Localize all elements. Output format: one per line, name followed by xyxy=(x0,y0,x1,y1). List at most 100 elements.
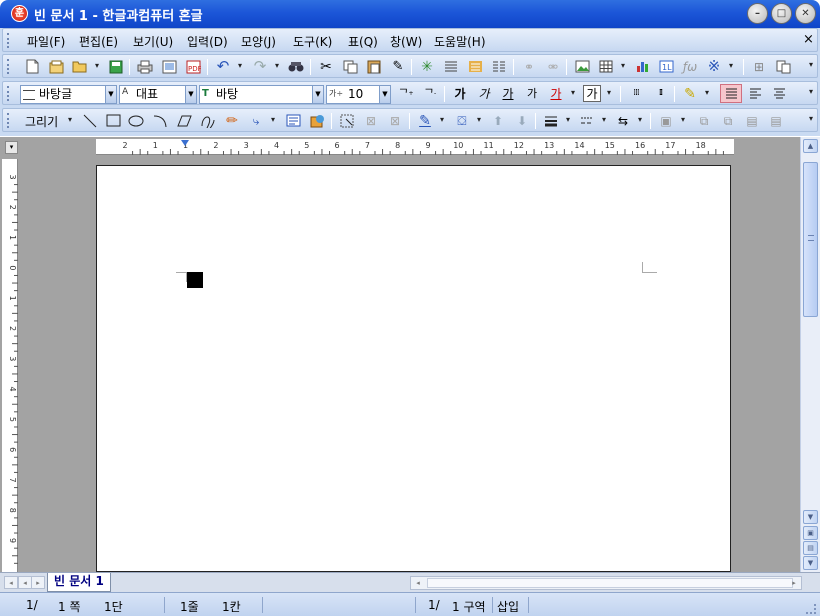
highlighter-dropdown-icon[interactable]: ▾ xyxy=(703,87,711,99)
pdf-export-icon[interactable]: PDF xyxy=(184,58,202,75)
minimize-button[interactable]: – xyxy=(747,3,768,24)
line-style-dropdown-icon[interactable]: ▾ xyxy=(600,114,608,126)
menu-insert[interactable]: 입력(D) xyxy=(187,33,228,50)
char-spacing-wide-icon[interactable]: ⁞⁞⁞ xyxy=(627,85,645,102)
title-bar[interactable]: 훈 빈 문서 1 - 한글과컴퓨터 혼글 – □ ✕ xyxy=(0,0,820,28)
insert-table-icon[interactable] xyxy=(597,58,615,75)
left-align-icon[interactable] xyxy=(746,85,764,102)
font-shrink-icon[interactable]: ᄀ- xyxy=(421,85,439,102)
font-select[interactable]: 바탕 xyxy=(199,85,313,104)
font-color-dropdown-icon[interactable]: ▾ xyxy=(569,87,577,99)
table-dropdown-icon[interactable]: ▾ xyxy=(619,60,627,72)
textbox-tool-icon[interactable] xyxy=(284,112,302,129)
find-binoculars-icon[interactable] xyxy=(287,58,305,75)
toolbar-overflow-icon[interactable]: ▾ xyxy=(809,114,813,123)
underline-icon[interactable]: 가 xyxy=(499,85,517,102)
line-color-dropdown-icon[interactable]: ▾ xyxy=(438,114,446,126)
new-template-icon[interactable] xyxy=(47,58,65,75)
close-document-button[interactable]: × xyxy=(803,32,814,47)
char-spacing-narrow-icon[interactable]: ⁞⁞⁞ xyxy=(651,85,669,102)
arrow-style-dropdown-icon[interactable]: ▾ xyxy=(636,114,644,126)
symbol-dropdown-icon[interactable]: ▾ xyxy=(727,60,735,72)
font-grow-icon[interactable]: ᄀ + xyxy=(397,85,415,102)
horizontal-ruler[interactable]: 2 1 1 2 3 4 5 6 7 8 9 10 11 12 13 14 15 16 17 18 xyxy=(21,139,800,155)
menu-file[interactable]: 파일(F) xyxy=(27,33,65,50)
insert-chart-icon[interactable] xyxy=(633,58,651,75)
toolbar-overflow-icon[interactable]: ▾ xyxy=(809,60,813,69)
char-border-icon[interactable]: 가 xyxy=(583,85,601,102)
hwp-app-icon[interactable]: 훈 xyxy=(11,5,28,22)
ellipse-tool-icon[interactable] xyxy=(127,112,145,129)
scroll-thumb[interactable] xyxy=(803,162,818,317)
menu-tools[interactable]: 도구(K) xyxy=(293,33,332,50)
insert-formula-icon[interactable]: ƒω xyxy=(681,58,699,75)
next-tab-icon[interactable]: ▸ xyxy=(31,576,45,589)
shadow-dropdown-icon[interactable]: ▾ xyxy=(679,114,687,126)
insert-textart-icon[interactable]: 1L xyxy=(657,58,675,75)
line-color-icon[interactable]: ✎ xyxy=(416,112,434,129)
style-dropdown-icon[interactable]: ▼ xyxy=(105,85,117,104)
maximize-button[interactable]: □ xyxy=(771,3,792,24)
arc-tool-icon[interactable] xyxy=(151,112,169,129)
rectangle-tool-icon[interactable] xyxy=(104,112,122,129)
paragraph-shape-icon[interactable] xyxy=(442,58,460,75)
resize-grip-icon[interactable] xyxy=(806,604,816,614)
toolbar-grip[interactable] xyxy=(7,86,10,101)
menu-help[interactable]: 도움말(H) xyxy=(434,33,486,50)
send-backward-icon[interactable]: ⬇ xyxy=(513,112,531,129)
superscript-icon[interactable]: 가 xyxy=(523,85,541,102)
scroll-down-button[interactable]: ▼ xyxy=(803,510,818,524)
vertical-scrollbar[interactable]: ▲ ▼ ▣ ▤ ▼ xyxy=(800,137,820,572)
format-painter-icon[interactable]: ✎ xyxy=(389,58,407,75)
prev-tab-icon[interactable]: ◂ xyxy=(18,576,32,589)
line-weight-icon[interactable] xyxy=(542,112,560,129)
paste-icon[interactable] xyxy=(365,58,383,75)
print-icon[interactable] xyxy=(136,58,154,75)
language-dropdown-icon[interactable]: ▼ xyxy=(185,85,197,104)
font-color-icon[interactable]: 가 xyxy=(547,85,565,102)
horizontal-scroll-thumb[interactable] xyxy=(427,578,793,588)
bold-icon[interactable]: 가 xyxy=(451,85,469,102)
toolbar-grip[interactable] xyxy=(7,113,10,128)
save-icon[interactable] xyxy=(107,58,125,75)
ungroup-icon[interactable]: ⊠ xyxy=(386,112,404,129)
redo-dropdown-icon[interactable]: ▾ xyxy=(273,60,281,72)
draw-dropdown-icon[interactable]: ▾ xyxy=(66,114,74,126)
align-objects-icon[interactable]: ▤ xyxy=(743,112,761,129)
ruler-corner-button[interactable]: ▾ xyxy=(5,141,18,154)
page-view-mode-button[interactable]: ▤ xyxy=(803,541,818,555)
fill-color-icon[interactable]: ⛋ xyxy=(453,112,471,129)
font-dropdown-icon[interactable]: ▼ xyxy=(312,85,324,104)
center-align-icon[interactable] xyxy=(770,85,788,102)
cut-icon[interactable]: ✂ xyxy=(317,58,335,75)
document-page[interactable] xyxy=(96,165,731,572)
rotate-icon[interactable]: ⧉ xyxy=(695,112,713,129)
toolbar-overflow-icon[interactable]: ▾ xyxy=(809,87,813,96)
spell-check-icon[interactable]: ✳ xyxy=(418,58,436,75)
menu-grip[interactable] xyxy=(7,33,10,48)
line-style-icon[interactable] xyxy=(578,112,596,129)
insert-symbol-icon[interactable]: ※ xyxy=(705,58,723,75)
fill-color-dropdown-icon[interactable]: ▾ xyxy=(475,114,483,126)
fit-page-icon[interactable]: ⊞ xyxy=(750,58,768,75)
shadow-icon[interactable]: ▣ xyxy=(657,112,675,129)
menu-edit[interactable]: 편집(E) xyxy=(79,33,118,50)
toolbar-grip[interactable] xyxy=(7,59,10,74)
line-tool-icon[interactable] xyxy=(81,112,99,129)
undo-icon[interactable]: ↶ xyxy=(214,58,232,75)
flip-icon[interactable]: ⧉ xyxy=(719,112,737,129)
italic-icon[interactable]: 가 xyxy=(475,85,493,102)
page-up-button[interactable]: ▣ xyxy=(803,526,818,540)
connector-tool-icon[interactable]: ⤷ xyxy=(247,112,265,129)
vertical-ruler[interactable]: 3 2 1 0 1 2 3 4 5 6 7 8 9 xyxy=(2,159,18,572)
open-folder-icon[interactable] xyxy=(71,58,89,75)
page-view-icon[interactable] xyxy=(774,58,792,75)
justify-align-icon[interactable] xyxy=(720,84,742,103)
font-size-dropdown-icon[interactable]: ▼ xyxy=(379,85,391,104)
select-object-icon[interactable] xyxy=(338,112,356,129)
connector-dropdown-icon[interactable]: ▾ xyxy=(269,114,277,126)
menu-table[interactable]: 표(Q) xyxy=(348,33,378,50)
status-insert-mode[interactable]: 삽입 xyxy=(497,598,519,615)
print-preview-icon[interactable] xyxy=(160,58,178,75)
drawing-object-icon[interactable] xyxy=(308,112,326,129)
